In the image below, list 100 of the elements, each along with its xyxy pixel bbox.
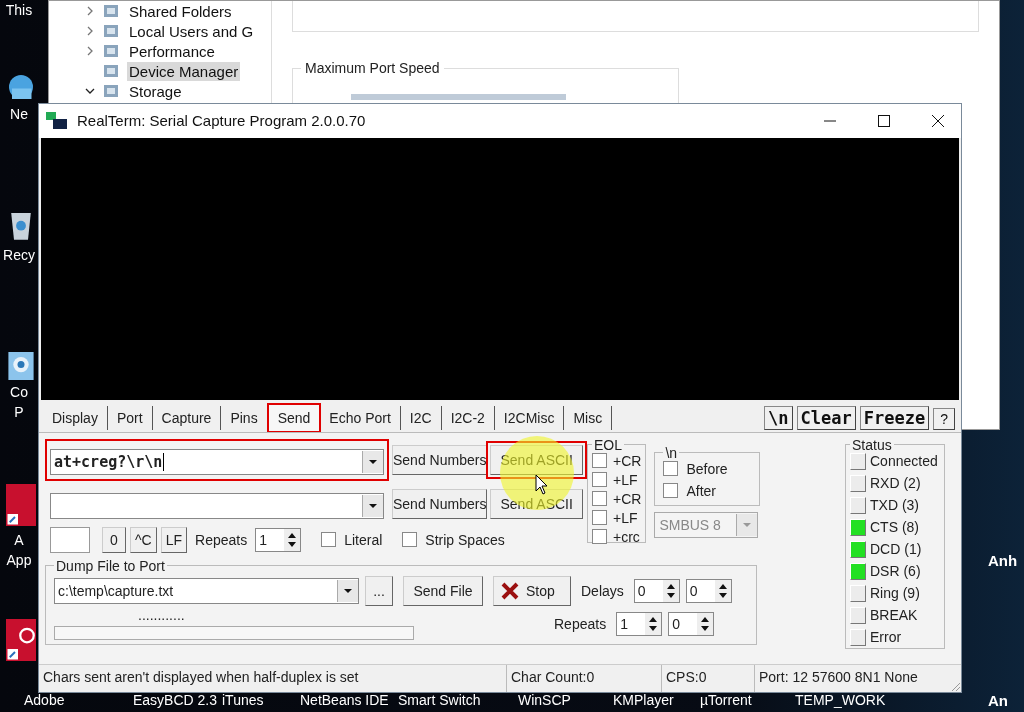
repeats-label: Repeats [195, 531, 248, 548]
checkbox[interactable] [592, 453, 607, 469]
repeats-spinner[interactable]: 1 [616, 611, 663, 636]
desktop-icon-label: Co [10, 383, 28, 402]
checkbox[interactable] [592, 491, 607, 507]
status-label: BREAK [870, 607, 918, 624]
desktop-icon-label: App [6, 551, 32, 570]
desktop-icon-label: This [5, 1, 33, 20]
tab[interactable]: I2C [400, 405, 442, 430]
status-label: DSR (6) [870, 563, 921, 580]
checkbox[interactable] [663, 461, 679, 477]
file-path-field[interactable]: c:\temp\capture.txt [54, 577, 359, 604]
pointer-icon [535, 474, 549, 496]
status-label: DCD (1) [870, 541, 922, 558]
desktop-icon-label: TEMP_WORK [795, 692, 886, 708]
spinner-arrows-icon[interactable] [697, 612, 714, 635]
tab[interactable]: Echo Port [320, 405, 401, 430]
checkbox-label: +CR [613, 490, 642, 507]
desktop-icon-label: Anh [988, 552, 1018, 569]
status-label: TXD (3) [870, 497, 919, 514]
checkbox-label: +LF [613, 509, 638, 526]
send-input[interactable] [50, 492, 384, 519]
checkbox-label: Literal [344, 531, 383, 548]
tree-item[interactable]: Performance [127, 41, 217, 61]
desktop-icon-label: KMPlayer [613, 692, 674, 708]
control-char-button[interactable]: 0 [102, 526, 126, 553]
tab[interactable]: Capture [152, 405, 222, 430]
resize-grip-icon[interactable] [949, 680, 961, 692]
tab[interactable]: Misc [564, 405, 613, 430]
status-label: Connected [870, 453, 938, 470]
spinner-arrows-icon[interactable] [645, 612, 662, 635]
browse-button[interactable]: ... [365, 575, 393, 606]
group-title: Dump File to Port [55, 557, 166, 574]
checkbox[interactable] [592, 472, 607, 488]
desktop-icon-label: Recy [3, 246, 35, 265]
tree-item[interactable]: Local Users and G [127, 21, 256, 41]
tree-item[interactable]: Device Manager [127, 61, 241, 81]
app-icon [45, 110, 69, 131]
checkbox-label: After [686, 482, 716, 499]
group-title: Maximum Port Speed [304, 60, 441, 76]
send-button[interactable]: Send Numbers [392, 444, 488, 475]
desktop-icon-label: WinSCP [518, 692, 571, 708]
desktop-icon-label: EasyBCD 2.3 [133, 692, 218, 708]
tab[interactable]: Send [267, 403, 321, 432]
control-char-button[interactable]: ^C [130, 526, 157, 553]
control-panel-icon[interactable] [7, 350, 35, 382]
spinner-arrows-icon[interactable] [662, 579, 679, 602]
send-file-button[interactable]: Send File [403, 575, 483, 606]
status-bar-pane: Port: 12 57600 8N1 None [758, 668, 919, 688]
toolbar-button[interactable]: Freeze [859, 405, 930, 430]
stop-button[interactable]: Stop [493, 575, 571, 606]
checkbox-label: Strip Spaces [425, 531, 505, 548]
desktop-icon-label: Smart Switch [398, 692, 481, 708]
tree-item[interactable]: Shared Folders [127, 1, 234, 21]
desktop-icon-label: An [988, 692, 1008, 709]
tab[interactable]: Display [43, 405, 108, 430]
checkbox-label: +CR [613, 452, 642, 469]
status-label: CTS (8) [870, 519, 919, 536]
checkbox-label: Before [686, 460, 728, 477]
progress-text: ............ [138, 607, 185, 622]
toolbar-button[interactable]: Clear [796, 405, 856, 430]
checkbox-label: +crc [613, 528, 640, 545]
toolbar-button[interactable]: \n [764, 405, 793, 430]
status-label: Error [870, 629, 902, 646]
repeats-label: Repeats [554, 615, 607, 632]
desktop-icon-label: iTunes [222, 692, 264, 708]
window-title: RealTerm: Serial Capture Program 2.0.0.70 [77, 112, 366, 130]
tab[interactable]: I2C-2 [441, 405, 495, 430]
status-bar-pane: CPS:0 [662, 665, 755, 692]
status-bar-pane: Char Count:0 [507, 665, 662, 692]
send-input[interactable]: at+creg?\r\n [50, 448, 384, 475]
repeats-spinner[interactable]: 0 [668, 611, 715, 636]
checkbox[interactable] [663, 483, 679, 499]
desktop-icon-label: µTorrent [700, 692, 752, 708]
close-icon [500, 580, 520, 601]
send-button[interactable]: Send Numbers [392, 488, 488, 519]
status-label: Ring (9) [870, 585, 920, 602]
checkbox-label: +LF [613, 471, 638, 488]
control-char-button[interactable]: LF [160, 526, 188, 553]
input-field[interactable] [50, 526, 90, 553]
delay-spinner[interactable]: 0 [633, 578, 680, 603]
delays-label: Delays [581, 582, 624, 599]
repeats-spinner[interactable]: 1 [255, 527, 302, 552]
status-bar-pane: Chars sent aren't displayed when half-duplex is set [39, 665, 507, 692]
tab[interactable]: I2CMisc [494, 405, 565, 430]
group-title: Status [851, 436, 893, 453]
delay-spinner[interactable]: 0 [685, 578, 732, 603]
group-title: \n [664, 444, 679, 461]
checkbox[interactable] [592, 510, 607, 526]
tab[interactable]: Port [107, 405, 153, 430]
desktop-icon-label: A [14, 531, 24, 550]
checkbox[interactable] [402, 532, 418, 548]
toolbar-button[interactable]: ? [933, 407, 955, 430]
checkbox[interactable] [592, 529, 607, 545]
tree-item[interactable]: Storage [127, 81, 184, 101]
spinner-arrows-icon[interactable] [284, 528, 301, 551]
spinner-arrows-icon[interactable] [714, 579, 731, 602]
status-label: RXD (2) [870, 475, 921, 492]
checkbox[interactable] [321, 532, 337, 548]
desktop-icon-label: Adobe [24, 692, 65, 708]
